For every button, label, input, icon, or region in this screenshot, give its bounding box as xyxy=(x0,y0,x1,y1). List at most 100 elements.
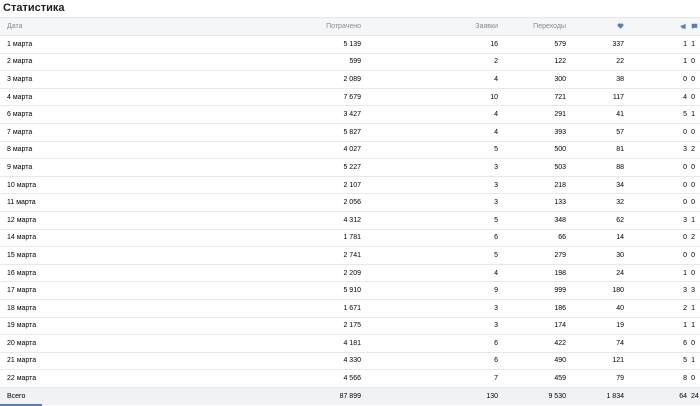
cell-comments: 0 xyxy=(691,339,695,347)
cell-reposts: 0 xyxy=(683,251,687,259)
cell-applications: 4 xyxy=(494,128,498,136)
cell-likes: 32 xyxy=(616,199,624,207)
cell-date: 6 марта xyxy=(7,111,33,119)
table-row: 12 марта 4 312 5 348 62 3 1 xyxy=(0,211,700,230)
cell-applications: 3 xyxy=(494,181,498,189)
cell-comments: 0 xyxy=(691,93,695,101)
table-row: 1 марта 5 139 16 579 337 1 1 xyxy=(0,36,700,54)
cell-spent: 7 679 xyxy=(343,93,361,101)
cell-reposts: 3 xyxy=(683,216,687,224)
cell-applications: 3 xyxy=(494,199,498,207)
table-row: 21 марта 4 330 6 490 121 5 1 xyxy=(0,352,700,370)
cell-spent: 4 312 xyxy=(343,216,361,224)
table-row: 7 марта 5 827 4 393 57 0 0 xyxy=(0,123,700,142)
header-date[interactable]: Дата xyxy=(0,18,254,36)
cell-reposts: 2 xyxy=(683,304,687,312)
cell-spent: 2 175 xyxy=(343,322,361,330)
cell-likes: 34 xyxy=(616,181,624,189)
cell-comments: 0 xyxy=(691,375,695,383)
cell-date: 20 марта xyxy=(7,339,37,347)
header-applications[interactable]: Заявки xyxy=(361,18,498,36)
cell-reposts: 0 xyxy=(683,234,687,242)
header-reposts[interactable] xyxy=(628,18,691,36)
header-comments[interactable] xyxy=(691,18,700,36)
cell-likes: 79 xyxy=(616,375,624,383)
cell-likes: 74 xyxy=(616,339,624,347)
table-row: 14 марта 1 781 6 66 14 0 2 xyxy=(0,229,700,247)
table-header: Дата Потрачено Заявки Переходы xyxy=(0,17,700,36)
cell-applications: 3 xyxy=(494,322,498,330)
cell-date: 22 марта xyxy=(7,375,37,383)
cell-applications: 6 xyxy=(494,234,498,242)
cell-applications: 5 xyxy=(494,216,498,224)
cell-applications: 4 xyxy=(494,75,498,83)
cell-spent: 599 xyxy=(349,58,361,66)
cell-spent: 4 566 xyxy=(343,375,361,383)
cell-spent: 2 056 xyxy=(343,199,361,207)
cell-transitions: 459 xyxy=(554,375,566,383)
table-row: 16 марта 2 209 4 198 24 1 0 xyxy=(0,264,700,282)
cell-date: 4 марта xyxy=(7,93,33,101)
cell-applications: 5 xyxy=(494,146,498,154)
cell-comments: 1 xyxy=(691,111,695,119)
cell-comments: 2 xyxy=(691,234,695,242)
cell-applications: 10 xyxy=(490,93,498,101)
cell-transitions: 999 xyxy=(554,287,566,295)
table-row: 6 марта 3 427 4 291 41 5 1 xyxy=(0,106,700,124)
cell-date: 12 марта xyxy=(7,216,37,224)
totals-spent: 87 899 xyxy=(339,393,361,401)
cell-comments: 1 xyxy=(691,304,695,312)
cell-comments: 1 xyxy=(691,357,695,365)
cell-comments: 0 xyxy=(691,199,695,207)
cell-transitions: 279 xyxy=(554,251,566,259)
cell-reposts: 1 xyxy=(683,40,687,48)
cell-comments: 1 xyxy=(691,216,695,224)
cell-transitions: 291 xyxy=(554,111,566,119)
cell-date: 14 марта xyxy=(7,234,37,242)
cell-transitions: 721 xyxy=(554,93,566,101)
comment-icon xyxy=(691,23,698,30)
cell-applications: 4 xyxy=(494,269,498,277)
cell-spent: 4 027 xyxy=(343,146,361,154)
table-row: 4 марта 7 679 10 721 117 4 0 xyxy=(0,88,700,106)
cell-applications: 2 xyxy=(494,58,498,66)
cell-applications: 6 xyxy=(494,357,498,365)
table-row: 22 марта 4 566 7 459 79 8 0 xyxy=(0,370,700,388)
heart-icon xyxy=(617,23,624,29)
cell-likes: 337 xyxy=(612,40,624,48)
cell-applications: 4 xyxy=(494,111,498,119)
table-row: 9 марта 5 227 3 503 88 0 0 xyxy=(0,159,700,177)
cell-date: 10 марта xyxy=(7,181,37,189)
header-spent[interactable]: Потрачено xyxy=(254,18,361,36)
cell-applications: 6 xyxy=(494,339,498,347)
cell-date: 21 марта xyxy=(7,357,37,365)
cell-spent: 1 671 xyxy=(343,304,361,312)
cell-reposts: 1 xyxy=(683,322,687,330)
cell-reposts: 5 xyxy=(683,357,687,365)
cell-reposts: 5 xyxy=(683,111,687,119)
cell-transitions: 490 xyxy=(554,357,566,365)
cell-applications: 16 xyxy=(490,40,498,48)
cell-likes: 24 xyxy=(616,269,624,277)
cell-reposts: 0 xyxy=(683,163,687,171)
cell-transitions: 422 xyxy=(554,339,566,347)
cell-transitions: 198 xyxy=(554,269,566,277)
cell-transitions: 122 xyxy=(554,58,566,66)
totals-label: Всего xyxy=(7,393,26,401)
cell-transitions: 579 xyxy=(554,40,566,48)
cell-likes: 41 xyxy=(616,111,624,119)
table-row: 10 марта 2 107 3 218 34 0 0 xyxy=(0,176,700,194)
header-transitions[interactable]: Переходы xyxy=(498,18,566,36)
cell-date: 9 марта xyxy=(7,163,33,171)
cell-reposts: 0 xyxy=(683,199,687,207)
cell-transitions: 133 xyxy=(554,199,566,207)
cell-comments: 0 xyxy=(691,58,695,66)
table-row: 18 марта 1 671 3 186 40 2 1 xyxy=(0,299,700,317)
cell-likes: 117 xyxy=(612,93,624,101)
cell-spent: 5 910 xyxy=(343,287,361,295)
totals-comments: 24 xyxy=(691,393,699,401)
cell-applications: 3 xyxy=(494,304,498,312)
header-likes[interactable] xyxy=(566,18,628,36)
cell-applications: 7 xyxy=(494,375,498,383)
cell-likes: 121 xyxy=(612,357,624,365)
